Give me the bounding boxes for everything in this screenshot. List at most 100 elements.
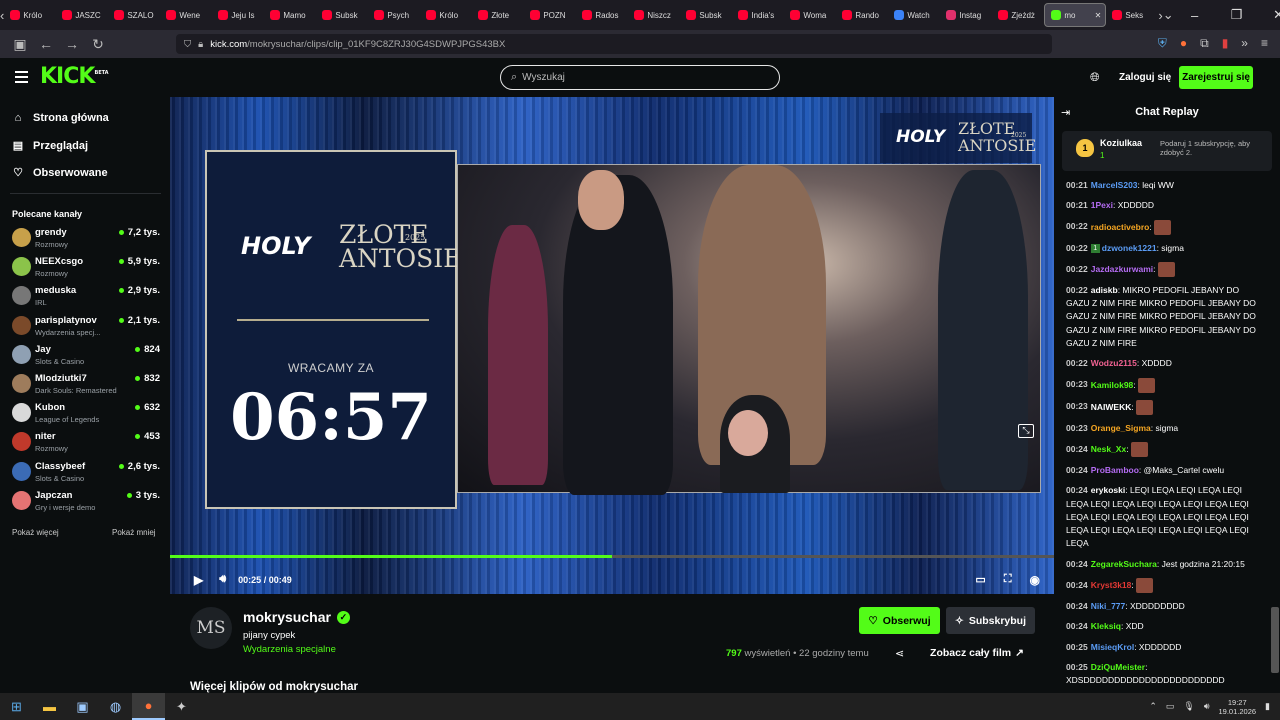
chat-username[interactable]: dzwonek1221 — [1102, 243, 1157, 253]
recommended-channel[interactable]: Kubon League of Legends 632 — [12, 400, 160, 428]
chat-username[interactable]: Nesk_Xx — [1091, 444, 1126, 454]
play-icon[interactable]: ▶ — [194, 573, 203, 587]
recommended-channel[interactable]: Mlodziutki7 Dark Souls: Remastered 832 — [12, 371, 160, 399]
app-icon[interactable]: ✦ — [165, 693, 198, 720]
close-tab-icon[interactable]: ✕ — [1095, 11, 1102, 20]
channel-avatar[interactable]: MS — [190, 607, 232, 649]
language-globe-icon[interactable]: 🌐︎ — [1090, 70, 1100, 85]
extension-fox-icon[interactable]: ● — [1180, 36, 1187, 51]
chat-username[interactable]: MarcelS203 — [1091, 180, 1138, 190]
recommended-channel[interactable]: Jay Slots & Casino 824 — [12, 342, 160, 370]
share-icon[interactable]: ⋖ — [895, 647, 904, 660]
hamburger-menu-icon[interactable] — [15, 71, 28, 86]
forward-icon[interactable]: → — [60, 36, 84, 52]
restore-icon[interactable]: ❐ — [1216, 7, 1258, 23]
browser-tab[interactable]: JASZC — [56, 0, 108, 30]
fullscreen-icon[interactable]: ⛶ — [1004, 573, 1012, 586]
browser-tab[interactable]: Subsk — [316, 0, 368, 30]
browser-tab[interactable]: Psych — [368, 0, 420, 30]
follow-button[interactable]: ♡ Obserwuj — [859, 607, 940, 634]
overflow-icon[interactable]: » — [1241, 36, 1248, 51]
browser-tab[interactable]: mo ✕ — [1044, 3, 1107, 27]
browser-tab[interactable]: Jeju Is — [212, 0, 264, 30]
recommended-channel[interactable]: Classybeef Slots & Casino 2,6 tys. — [12, 459, 160, 487]
chat-username[interactable]: DziQuMeister — [1091, 662, 1145, 672]
start-icon[interactable]: ⊞ — [0, 693, 33, 720]
browser-tab[interactable]: Złote — [472, 0, 524, 30]
sidebar-item-browse[interactable]: ▤ Przeglądaj — [12, 139, 88, 153]
search-input[interactable]: ⌕ Wyszukaj — [500, 65, 780, 90]
close-window-icon[interactable]: ✕ — [1258, 7, 1280, 23]
browser-tab[interactable]: Rando — [836, 0, 888, 30]
chat-username[interactable]: Jazdazkurwami — [1091, 264, 1153, 274]
theater-mode-icon[interactable]: ▭ — [975, 573, 985, 586]
video-player[interactable]: HOLY ZŁOTE ANTOSIE 2025 HOLY ZŁOTE ANTOS… — [170, 97, 1054, 594]
browser-tab[interactable]: India's — [732, 0, 784, 30]
chat-username[interactable]: Orange_Sigma — [1091, 423, 1151, 433]
browser-tab[interactable]: Niszcz — [628, 0, 680, 30]
lock-icon[interactable]: 🔒︎ — [198, 39, 203, 50]
chat-username[interactable]: Kamilok98 — [1091, 379, 1134, 389]
sidebar-item-following[interactable]: ♡ Obserwowane — [12, 166, 108, 180]
recommended-channel[interactable]: meduska IRL 2,9 tys. — [12, 283, 160, 311]
volume-icon[interactable]: 🔊︎ — [219, 573, 226, 586]
firefox-icon[interactable]: ● — [132, 693, 165, 720]
chat-username[interactable]: Kryst3k18 — [1091, 580, 1132, 590]
recommended-channel[interactable]: NEEXcsgo Rozmowy 5,9 tys. — [12, 254, 160, 282]
browser-tab[interactable]: Mamo — [264, 0, 316, 30]
shield-icon[interactable]: ⛉ — [184, 39, 191, 50]
chat-username[interactable]: Kleksiq — [1091, 621, 1121, 631]
browser-tab[interactable]: Subsk — [680, 0, 732, 30]
show-more-link[interactable]: Pokaż więcej — [12, 528, 59, 537]
tab-list-icon[interactable]: ⌄ — [1163, 0, 1174, 30]
extension-shield-icon[interactable]: ⛨ — [1158, 36, 1167, 51]
recommended-channel[interactable]: niter Rozmowy 453 — [12, 429, 160, 457]
speaker-icon[interactable]: 🔊︎ — [1204, 701, 1210, 712]
minimize-icon[interactable]: – — [1174, 8, 1216, 23]
register-button[interactable]: Zarejestruj się — [1179, 66, 1253, 89]
browser-tab[interactable]: Królo — [4, 0, 56, 30]
tray-arrow-icon[interactable]: ⌃ — [1149, 701, 1157, 712]
recommended-channel[interactable]: parisplatynov Wydarzenia specj... 2,1 tys. — [12, 313, 160, 341]
chat-username[interactable]: 1Pexi — [1091, 200, 1113, 210]
chat-username[interactable]: NAIWEKK — [1091, 401, 1132, 411]
browser-tab[interactable]: Królo — [420, 0, 472, 30]
recommended-channel[interactable]: grendy Rozmowy 7,2 tys. — [12, 225, 160, 253]
browser-tab[interactable]: Zjeżdż — [992, 0, 1044, 30]
browser-tab[interactable]: SZALO — [108, 0, 160, 30]
expand-icon[interactable]: ⤡ — [1018, 424, 1034, 438]
browser-tab[interactable]: Rados — [576, 0, 628, 30]
notification-icon[interactable]: ▮ — [1265, 701, 1270, 712]
chat-username[interactable]: MisieqKrol — [1091, 642, 1134, 652]
steam-icon[interactable]: ◍ — [99, 693, 132, 720]
show-less-link[interactable]: Pokaż mniej — [112, 528, 156, 537]
playback-speed-icon[interactable]: ◉ — [1030, 573, 1040, 587]
browser-tab[interactable]: Watch — [888, 0, 940, 30]
subscribe-button[interactable]: ✧ Subskrybuj — [946, 607, 1035, 634]
mic-icon[interactable]: 🎙︎ — [1183, 701, 1194, 712]
browser-tab[interactable]: Wene — [160, 0, 212, 30]
browser-tab[interactable]: Seks — [1106, 0, 1158, 30]
browser-tab[interactable]: POZN — [524, 0, 576, 30]
channel-name[interactable]: mokrysuchar ✓ — [243, 609, 350, 625]
login-button[interactable]: Zaloguj się — [1119, 72, 1171, 83]
watch-full-button[interactable]: Zobacz cały film ↗ — [920, 640, 1034, 666]
pinned-gift-leaderboard[interactable]: 1 Koziulkaa 1 Podaruj 1 subskrypcję, aby… — [1062, 131, 1272, 171]
sidebar-toggle-icon[interactable]: ▣ — [8, 36, 32, 53]
chat-scrollbar[interactable] — [1271, 607, 1279, 673]
reload-icon[interactable]: ↻ — [86, 36, 110, 53]
chat-username[interactable]: Niki_777 — [1091, 601, 1126, 611]
extensions-icon[interactable]: ⧉ — [1200, 36, 1209, 51]
chat-username[interactable]: adiskb — [1091, 285, 1118, 295]
back-icon[interactable]: ← — [34, 36, 58, 52]
file-explorer-icon[interactable]: ▬ — [33, 693, 66, 720]
chat-username[interactable]: ProBamboo — [1091, 465, 1139, 475]
menu-icon[interactable]: ≡ — [1261, 36, 1268, 51]
video-progress-bar[interactable] — [170, 555, 1054, 558]
ublock-icon[interactable]: ▮ — [1222, 36, 1229, 51]
sidebar-item-home[interactable]: ⌂ Strona główna — [12, 112, 109, 124]
kick-logo[interactable]: KICKBETA — [40, 64, 109, 89]
chat-username[interactable]: ZegarekSuchara — [1091, 559, 1157, 569]
monitor-app-icon[interactable]: ▣ — [66, 693, 99, 720]
browser-tab[interactable]: Instag — [940, 0, 992, 30]
